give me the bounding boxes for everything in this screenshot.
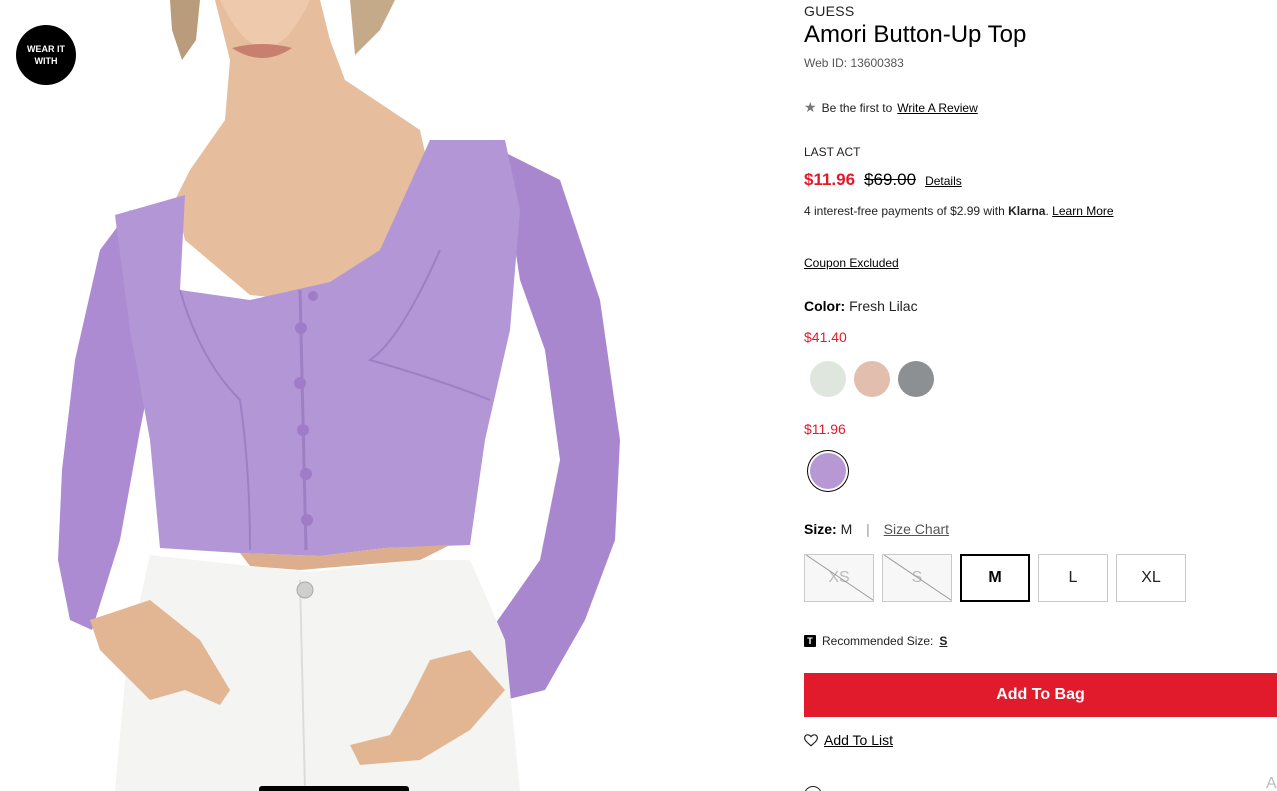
size-option-xl[interactable]: XL — [1116, 554, 1186, 602]
product-image[interactable]: WEAR IT WITH — [0, 0, 680, 791]
true-fit-icon: T — [804, 635, 816, 647]
klarna-text: 4 interest-free payments of $2.99 with — [804, 204, 1005, 218]
price-row: $11.96 $69.00 Details — [804, 170, 962, 190]
color-label-row: Color: Fresh Lilac — [804, 298, 918, 314]
coupon-excluded-link[interactable]: Coupon Excluded — [804, 256, 899, 270]
klarna-row: 4 interest-free payments of $2.99 with K… — [804, 204, 1114, 218]
recommended-size-label: Recommended Size: — [822, 634, 934, 648]
web-id: Web ID: 13600383 — [804, 56, 904, 70]
color-swatch-blush[interactable] — [854, 361, 890, 397]
heart-icon — [804, 733, 818, 747]
swatch-group-price: $11.96 — [804, 421, 846, 437]
gallery-slider-indicator[interactable] — [259, 786, 409, 791]
star-icon: ★ — [804, 99, 817, 115]
original-price: $69.00 — [864, 170, 917, 189]
color-swatch-grey[interactable] — [898, 361, 934, 397]
review-prefix: Be the first to — [821, 100, 893, 115]
swatch-group-price: $41.40 — [804, 329, 847, 345]
product-details: GUESS Amori Button-Up Top Web ID: 136003… — [804, 0, 1277, 791]
size-option-s[interactable]: S — [882, 554, 952, 602]
brand-name[interactable]: GUESS — [804, 3, 855, 19]
selected-size: M — [840, 521, 853, 537]
color-label: Color: — [804, 298, 846, 314]
size-label-row: Size: M | Size Chart — [804, 521, 949, 537]
product-photo — [0, 0, 680, 791]
accessibility-icon[interactable]: A — [1266, 775, 1277, 791]
size-divider: | — [866, 521, 870, 537]
sale-price: $11.96 — [804, 170, 856, 189]
color-swatch-sage[interactable] — [810, 361, 846, 397]
price-details-link[interactable]: Details — [925, 174, 962, 188]
add-to-bag-button[interactable]: Add To Bag — [804, 673, 1277, 717]
review-row: ★ Be the first to Write A Review — [804, 99, 978, 116]
size-chart-link[interactable]: Size Chart — [884, 521, 949, 537]
color-swatch-fresh-lilac[interactable] — [810, 453, 846, 489]
klarna-learn-more-link[interactable]: Learn More — [1052, 204, 1113, 218]
size-label: Size: — [804, 521, 837, 537]
size-option-m[interactable]: M — [960, 554, 1030, 602]
info-icon — [804, 786, 822, 791]
write-review-link[interactable]: Write A Review — [897, 101, 977, 115]
size-option-xs[interactable]: XS — [804, 554, 874, 602]
klarna-logo: Klarna — [1008, 204, 1046, 218]
product-title: Amori Button-Up Top — [804, 21, 1027, 48]
add-to-list-link[interactable]: Add To List — [824, 732, 893, 748]
recommended-size-value[interactable]: S — [939, 634, 947, 648]
price-badge: LAST ACT — [804, 145, 861, 159]
selected-color: Fresh Lilac — [849, 298, 918, 314]
size-option-l[interactable]: L — [1038, 554, 1108, 602]
add-to-list-row[interactable]: Add To List — [804, 732, 893, 748]
recommended-size-row: T Recommended Size: S — [804, 634, 947, 648]
wear-it-with-badge[interactable]: WEAR IT WITH — [16, 25, 76, 85]
